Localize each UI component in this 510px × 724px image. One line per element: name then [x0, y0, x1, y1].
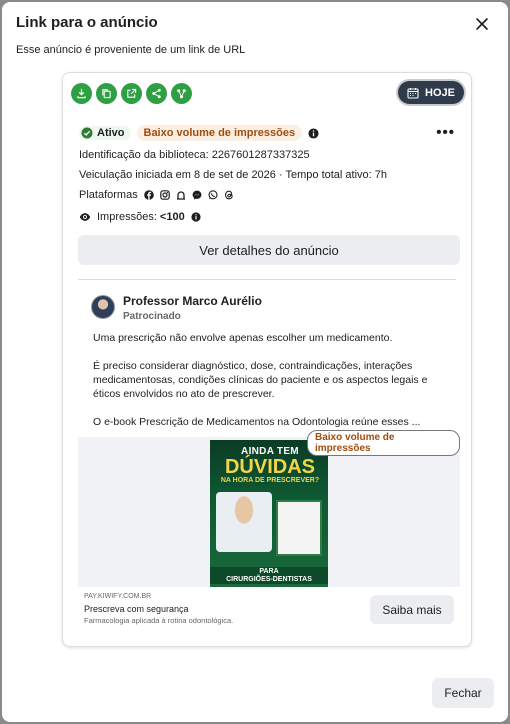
creative-ebook-illustration [276, 500, 322, 556]
connections-button[interactable] [171, 83, 192, 104]
creative-banner-line-1: PARA [259, 567, 279, 575]
view-ad-details-button[interactable]: Ver detalhes do anúncio [78, 235, 460, 265]
messenger-icon [192, 190, 202, 200]
low-volume-badge: Baixo volume de impressões [136, 125, 303, 141]
ad-text-paragraph: O e-book Prescrição de Medicamentos na O… [93, 416, 421, 428]
open-external-icon [127, 88, 137, 98]
dialog-subtitle: Esse anúncio é proveniente de um link de… [16, 44, 246, 56]
media-low-volume-badge: Baixo volume de impressões [307, 430, 460, 456]
connections-icon [177, 89, 186, 99]
calendar-icon [407, 87, 419, 99]
threads-icon [224, 190, 233, 200]
whatsapp-icon [208, 190, 218, 200]
ad-card: HOJE Ativo Baixo volume de impressões ••… [62, 72, 472, 647]
creative-banner-line-2: CIRURGIÕES-DENTISTAS [226, 575, 312, 583]
instagram-icon [159, 190, 170, 200]
hoje-button[interactable]: HOJE [398, 81, 464, 104]
active-label: Ativo [97, 127, 125, 139]
copy-button[interactable] [96, 83, 117, 104]
divider [78, 279, 456, 280]
ad-link-dialog: Link para o anúncio Esse anúncio é prove… [2, 2, 508, 722]
impressions-value: <100 [159, 211, 185, 223]
impressions-label: Impressões: [97, 211, 157, 223]
cta-button[interactable]: Saiba mais [370, 595, 454, 624]
ad-body-text: Uma prescrição não envolve apenas escolh… [93, 331, 433, 443]
download-button[interactable] [71, 83, 92, 104]
close-dialog-button[interactable]: Fechar [432, 678, 494, 708]
facebook-icon [143, 190, 154, 200]
eye-icon [79, 213, 91, 221]
ad-toolbar [71, 83, 192, 104]
sponsored-label: Patrocinado [123, 311, 181, 322]
creative-line-3: NA HORA DE PRESCREVER? [220, 477, 320, 484]
ad-text-paragraph: É preciso considerar diagnóstico, dose, … [93, 360, 428, 400]
link-title[interactable]: Prescreva com segurança [84, 604, 189, 614]
creative-person-illustration [216, 492, 272, 552]
dialog-title: Link para o anúncio [16, 14, 158, 31]
download-icon [77, 88, 86, 99]
copy-icon [102, 89, 111, 99]
advertiser-name[interactable]: Professor Marco Aurélio [123, 294, 262, 308]
impressions-row: Impressões: <100 [79, 211, 201, 223]
ad-text-paragraph: Uma prescrição não envolve apenas escolh… [93, 332, 393, 344]
audience-network-icon [176, 191, 185, 200]
more-options-button[interactable]: ••• [436, 125, 455, 140]
status-row: Ativo Baixo volume de impressões ••• [79, 125, 455, 141]
share-icon [152, 88, 161, 99]
link-domain[interactable]: PAY.KIWIFY.COM.BR [84, 593, 151, 600]
share-button[interactable] [146, 83, 167, 104]
creative-line-2: DÚVIDAS [224, 456, 315, 478]
hoje-label: HOJE [425, 86, 455, 99]
advertiser-avatar[interactable] [91, 295, 115, 319]
close-button[interactable] [470, 12, 494, 36]
close-icon [476, 18, 488, 30]
ad-creative-image[interactable]: AINDA TEM DÚVIDAS NA HORA DE PRESCREVER?… [210, 440, 328, 587]
creative-banner: PARA CIRURGIÕES-DENTISTAS [210, 567, 328, 584]
info-icon[interactable] [191, 212, 201, 222]
platforms-label: Plataformas [79, 189, 138, 201]
active-status-badge: Ativo [79, 126, 131, 140]
link-description: Farmacologia aplicada à rotina odontológ… [84, 616, 234, 625]
library-id: Identificação da biblioteca: 22676012873… [79, 149, 310, 161]
ad-media-area: AINDA TEM DÚVIDAS NA HORA DE PRESCREVER?… [78, 430, 460, 587]
info-icon[interactable] [308, 127, 319, 139]
platforms-row: Plataformas [79, 189, 234, 201]
check-circle-icon [81, 127, 93, 139]
open-external-button[interactable] [121, 83, 142, 104]
run-info: Veiculação iniciada em 8 de set de 2026 … [79, 169, 387, 181]
